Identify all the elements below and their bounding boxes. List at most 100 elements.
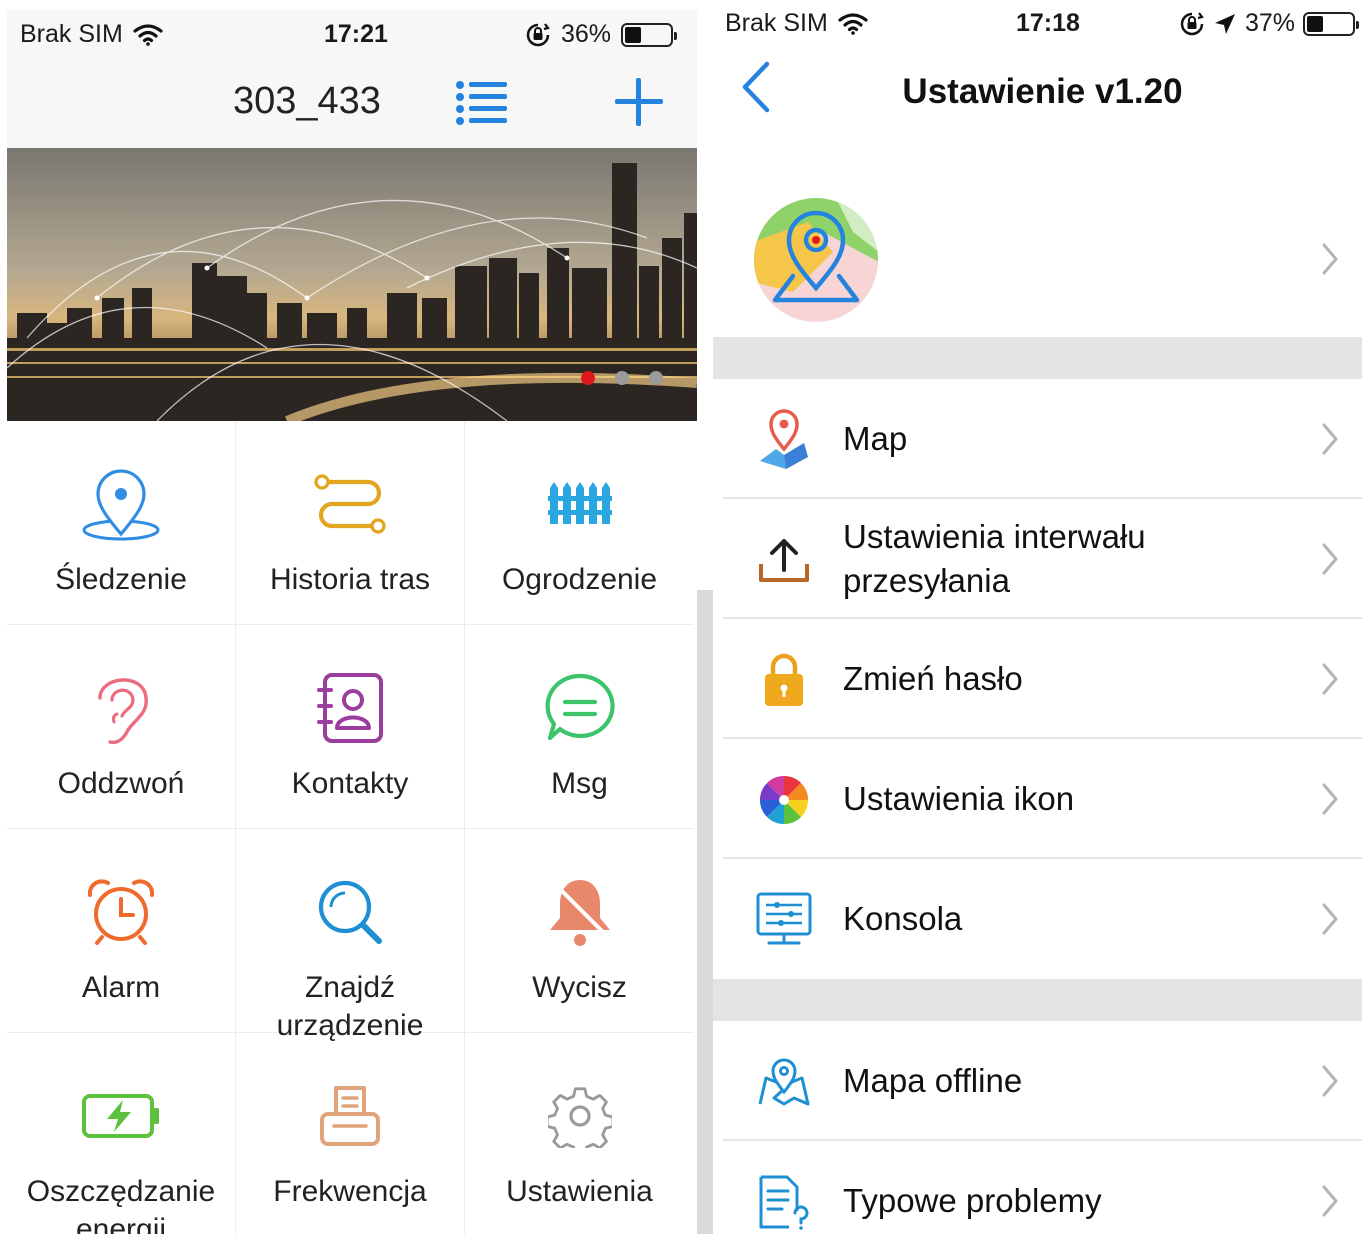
settings-row-label: Mapa offline [843, 1062, 1023, 1099]
carrier-info: Brak SIM [725, 9, 868, 38]
chevron-right-icon [1322, 663, 1338, 695]
carrier-label: Brak SIM [725, 9, 828, 37]
tracking-button[interactable]: Śledzenie [7, 421, 236, 625]
settings-row-upload-interval[interactable]: Ustawienia interwału przesyłania [713, 499, 1362, 619]
battery-icon [1303, 11, 1360, 36]
location-arrow-icon [1215, 13, 1235, 34]
settings-row-label: Zmień hasło [843, 660, 1023, 697]
status-time: 17:21 [324, 20, 388, 48]
upload-icon [759, 539, 809, 582]
tracking-label: Śledzenie [55, 563, 187, 596]
settings-row-label: Ustawienia interwału przesyłania [843, 518, 1146, 599]
device-avatar [754, 198, 878, 322]
contacts-label: Kontakty [291, 767, 409, 800]
wifi-icon [838, 12, 868, 35]
screen-divider [697, 590, 713, 1234]
carousel-dot[interactable] [615, 371, 629, 385]
route-history-label: Historia tras [269, 563, 431, 596]
callback-button[interactable]: Oddzwoń [7, 625, 236, 829]
wifi-icon [133, 23, 163, 46]
chevron-right-icon [1322, 1065, 1338, 1097]
messages-button[interactable]: Msg [465, 625, 694, 829]
callback-label: Oddzwoń [57, 767, 185, 800]
carrier-info: Brak SIM [20, 20, 163, 49]
right-phone-screen: Brak SIM 17:18 37% Ustawienie v1.20 Map … [713, 0, 1362, 1234]
settings-row-offline-map[interactable]: Mapa offline [713, 1021, 1362, 1141]
chevron-right-icon [1322, 423, 1338, 455]
settings-label: Ustawienia [506, 1175, 653, 1208]
offline-map-icon [758, 1058, 810, 1106]
carousel-dot[interactable] [581, 371, 595, 385]
alarm-clock-icon [87, 879, 155, 945]
status-right: 37% [1179, 9, 1360, 38]
add-device-icon[interactable] [613, 76, 665, 128]
alarm-button[interactable]: Alarm [7, 829, 236, 1033]
top-navbar: 303_433 [7, 58, 697, 148]
rotation-lock-icon [1180, 11, 1204, 35]
chevron-right-icon [1322, 243, 1338, 275]
lock-icon [765, 653, 803, 706]
fence-icon [547, 482, 612, 524]
mute-button[interactable]: Wycisz [465, 829, 694, 1033]
chevron-right-icon [1322, 783, 1338, 815]
device-title: 303_433 [233, 80, 381, 122]
printer-icon [320, 1086, 380, 1146]
page-title: Ustawienie v1.20 [902, 72, 1183, 111]
settings-row-faq[interactable]: Typowe problemy [713, 1141, 1362, 1234]
geofence-label: Ogrodzenie [501, 563, 658, 596]
battery-percent: 36% [561, 20, 612, 48]
location-pin-icon [82, 469, 160, 541]
attendance-button[interactable]: Frekwencja [236, 1033, 465, 1234]
status-bar: Brak SIM 17:21 36% [7, 10, 697, 58]
attendance-label: Frekwencja [273, 1175, 427, 1208]
settings-button[interactable]: Ustawienia [465, 1033, 694, 1234]
route-history-icon [314, 474, 386, 534]
carousel-indicator [581, 371, 663, 385]
settings-row-change-password[interactable]: Zmień hasło [713, 619, 1362, 739]
left-phone-screen: Brak SIM 17:21 36% 303_433 Śledzenie His… [7, 10, 697, 1234]
power-saving-label: Oszczędzanie energii [26, 1175, 216, 1234]
settings-row-icon-settings[interactable]: Ustawienia ikon [713, 739, 1362, 859]
messages-label: Msg [551, 767, 608, 800]
console-icon [756, 892, 812, 945]
search-icon [318, 880, 382, 944]
city-banner-carousel[interactable] [7, 148, 697, 421]
battery-charge-icon [82, 1094, 159, 1138]
carrier-label: Brak SIM [20, 20, 123, 48]
carousel-dot[interactable] [649, 371, 663, 385]
section-separator [713, 337, 1362, 379]
device-list-icon[interactable] [455, 78, 509, 128]
chevron-right-icon [1322, 903, 1338, 935]
chevron-right-icon [1322, 543, 1338, 575]
status-right: 36% [525, 20, 678, 49]
contacts-book-icon [317, 673, 383, 743]
power-saving-button[interactable]: Oszczędzanie energii [7, 1033, 236, 1234]
geofence-button[interactable]: Ogrodzenie [465, 421, 694, 625]
color-wheel-icon [759, 775, 809, 825]
rotation-lock-icon [526, 22, 550, 46]
settings-row-label: Map [843, 420, 908, 457]
bell-muted-icon [549, 880, 610, 946]
map-pin-icon [760, 409, 808, 469]
section-separator [713, 979, 1362, 1021]
device-avatar-row[interactable] [713, 180, 1362, 337]
faq-document-icon [759, 1175, 809, 1230]
chevron-right-icon [1322, 1185, 1338, 1217]
contacts-button[interactable]: Kontakty [236, 625, 465, 829]
chat-bubble-icon [545, 673, 615, 741]
settings-row-map[interactable]: Map [713, 379, 1362, 499]
battery-percent: 37% [1245, 9, 1296, 37]
battery-icon [621, 22, 678, 47]
route-history-button[interactable]: Historia tras [236, 421, 465, 625]
ear-icon [98, 678, 148, 745]
feature-grid: Śledzenie Historia tras Ogrodzenie Oddzw… [7, 421, 697, 1234]
status-bar: Brak SIM 17:18 37% [713, 0, 1362, 48]
settings-row-label: Ustawienia ikon [843, 780, 1075, 817]
mute-label: Wycisz [532, 971, 627, 1004]
settings-row-label: Typowe problemy [843, 1182, 1102, 1219]
alarm-label: Alarm [81, 971, 161, 1004]
find-device-button[interactable]: Znajdź urządzenie [236, 829, 465, 1042]
gear-icon [547, 1087, 612, 1148]
settings-row-label: Konsola [843, 900, 963, 937]
settings-row-console[interactable]: Konsola [713, 859, 1362, 979]
